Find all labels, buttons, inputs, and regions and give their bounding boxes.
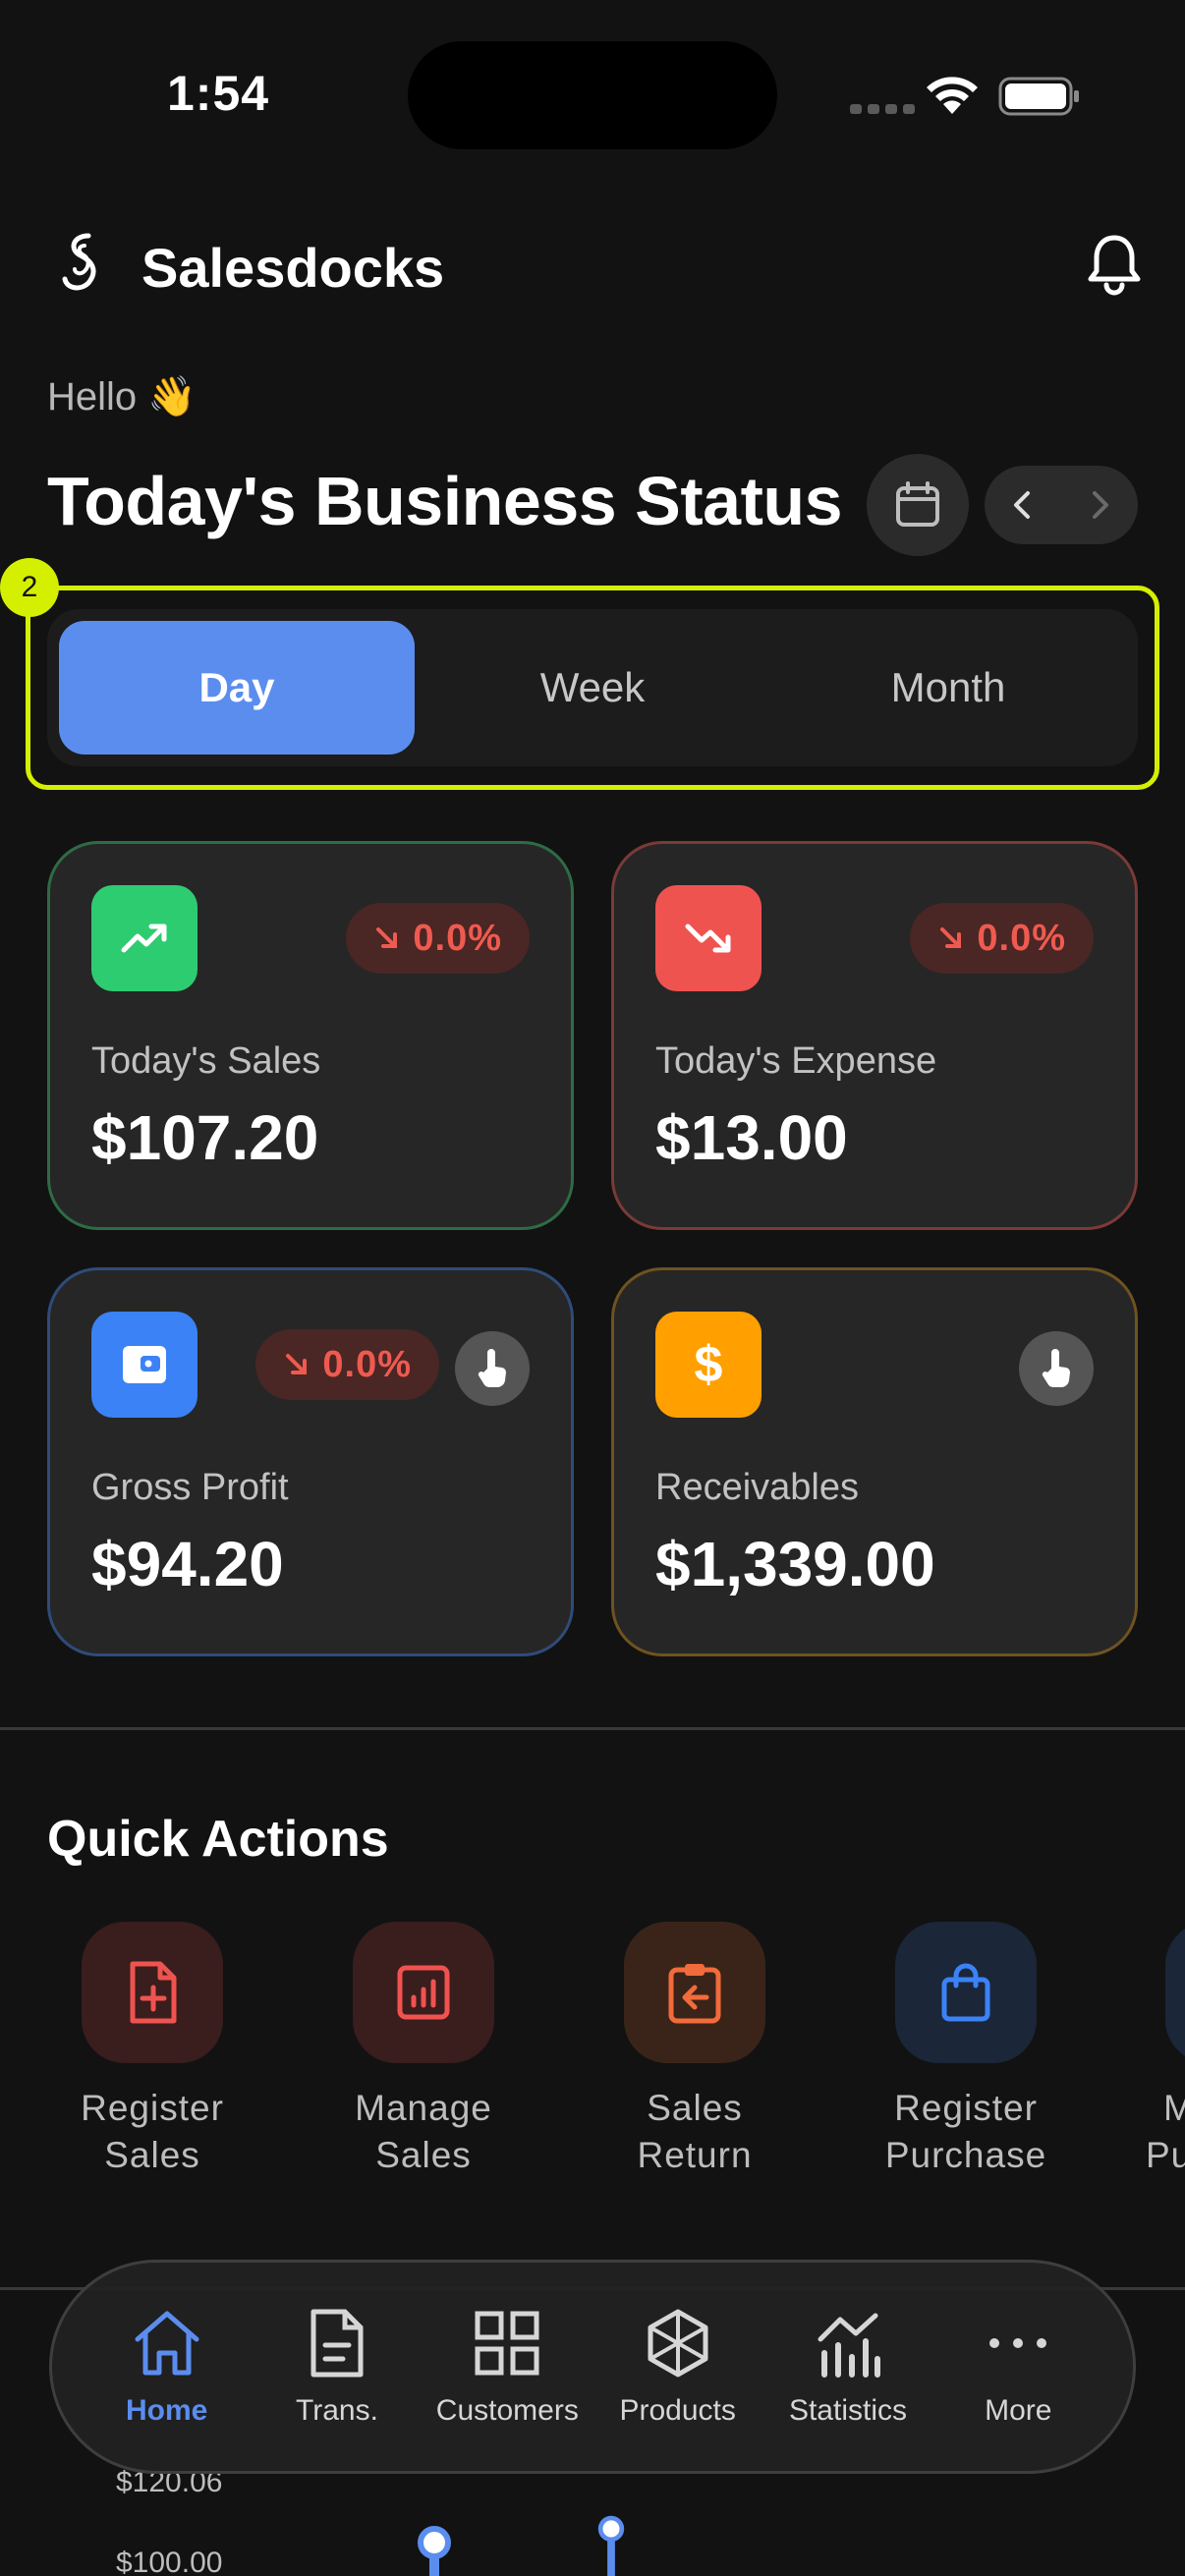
qa-label-line1: Sales — [647, 2088, 743, 2128]
nav-label: Home — [125, 2394, 208, 2427]
tap-hint-button[interactable] — [455, 1331, 530, 1406]
greeting-text: Hello 👋 — [47, 375, 198, 419]
chevron-left-icon — [1014, 491, 1030, 519]
battery-icon — [998, 77, 1079, 116]
status-time: 1:54 — [167, 66, 270, 121]
previous-date-button[interactable] — [1001, 483, 1044, 527]
shopping-bag-icon — [895, 1922, 1037, 2063]
grid-icon — [475, 2311, 539, 2376]
cellular-signal-icon — [850, 104, 915, 114]
arrow-down-right-icon — [286, 1354, 308, 1374]
bar-chart-icon — [818, 2313, 880, 2378]
quick-action-partial[interactable]: M Pu — [1134, 1922, 1185, 2179]
nav-customers[interactable]: Customers — [423, 2306, 592, 2428]
quick-action-sales-return[interactable]: Sales Return — [592, 1922, 798, 2179]
qa-label-line1: Manage — [355, 2088, 492, 2128]
gross-profit-card[interactable]: 0.0% Gross Profit $94.20 — [47, 1267, 574, 1656]
highlight-outline — [26, 586, 1159, 790]
sales-change-badge: 0.0% — [346, 903, 530, 974]
section-divider — [0, 1727, 1185, 1730]
report-chart-icon — [353, 1922, 494, 2063]
clipboard-return-icon — [624, 1922, 765, 2063]
sales-value: $107.20 — [91, 1102, 319, 1173]
hand-pointer-icon — [1042, 1349, 1071, 1388]
next-date-button[interactable] — [1078, 483, 1121, 527]
chevron-right-icon — [1093, 491, 1108, 519]
profit-value: $94.20 — [91, 1529, 284, 1599]
dollar-icon: $ — [655, 1312, 762, 1418]
dynamic-island — [408, 41, 777, 149]
cube-icon — [648, 2309, 708, 2378]
receivables-value: $1,339.00 — [655, 1529, 935, 1599]
qa-label-line1: Register — [894, 2088, 1038, 2128]
salesdocks-logo-icon — [62, 233, 96, 291]
quick-action-register-purchase[interactable]: Register Purchase — [863, 1922, 1069, 2179]
quick-action-manage-sales[interactable]: Manage Sales — [320, 1922, 527, 2179]
trending-down-icon — [655, 885, 762, 991]
wifi-icon — [927, 77, 978, 114]
sales-card[interactable]: 0.0% Today's Sales $107.20 — [47, 841, 574, 1230]
nav-label: More — [985, 2394, 1052, 2427]
qa-label-line1: M — [1163, 2088, 1185, 2128]
nav-statistics[interactable]: Statistics — [762, 2306, 932, 2428]
tap-hint-button[interactable] — [1019, 1331, 1094, 1406]
notification-bell-icon[interactable] — [1085, 232, 1144, 297]
sales-label: Today's Sales — [91, 1040, 321, 1082]
qa-label-line2: Sales — [104, 2135, 200, 2175]
calendar-icon — [896, 481, 939, 527]
chart-point-marker — [418, 2526, 451, 2576]
partial-icon — [1165, 1922, 1185, 2063]
nav-more[interactable]: More — [933, 2306, 1103, 2428]
page-title: Today's Business Status — [47, 463, 843, 539]
quick-action-register-sales[interactable]: Register Sales — [49, 1922, 255, 2179]
chart-point-marker — [597, 2515, 625, 2576]
expense-value: $13.00 — [655, 1102, 848, 1173]
nav-products[interactable]: Products — [592, 2306, 762, 2428]
profit-change-value: 0.0% — [322, 1343, 412, 1385]
wallet-icon — [91, 1312, 198, 1418]
receivables-label: Receivables — [655, 1467, 859, 1508]
receivables-card[interactable]: $ Receivables $1,339.00 — [611, 1267, 1138, 1656]
qa-label-line2: Sales — [375, 2135, 472, 2175]
calendar-button[interactable] — [867, 454, 969, 556]
expense-card[interactable]: 0.0% Today's Expense $13.00 — [611, 841, 1138, 1230]
expense-change-badge: 0.0% — [910, 903, 1094, 974]
sales-change-value: 0.0% — [413, 917, 502, 959]
nav-label: Trans. — [296, 2394, 378, 2427]
arrow-down-right-icon — [376, 927, 398, 948]
date-navigator — [985, 466, 1138, 544]
trending-up-icon — [91, 885, 198, 991]
qa-label-line2: Pu — [1146, 2135, 1185, 2175]
qa-label-line1: Register — [81, 2088, 224, 2128]
highlight-badge: 2 — [0, 558, 59, 617]
qa-label-line2: Purchase — [884, 2135, 1047, 2175]
nav-transactions[interactable]: Trans. — [252, 2306, 422, 2428]
more-icon — [989, 2338, 1047, 2348]
profit-change-badge: 0.0% — [255, 1329, 439, 1400]
expense-label: Today's Expense — [655, 1040, 937, 1082]
home-icon — [135, 2311, 199, 2376]
document-icon — [310, 2309, 364, 2378]
app-title: Salesdocks — [141, 237, 445, 299]
nav-label: Statistics — [788, 2394, 907, 2427]
bottom-navigation: Home Trans. Customers Products Statistic… — [49, 2260, 1136, 2474]
qa-label-line2: Return — [637, 2135, 753, 2175]
nav-home[interactable]: Home — [82, 2306, 252, 2428]
chart-y-tick: $100.00 — [116, 2547, 223, 2576]
expense-change-value: 0.0% — [977, 917, 1066, 959]
nav-label: Customers — [435, 2394, 579, 2427]
nav-label: Products — [619, 2394, 736, 2427]
arrow-down-right-icon — [940, 927, 962, 948]
file-plus-icon — [82, 1922, 223, 2063]
hand-pointer-icon — [478, 1349, 507, 1388]
quick-actions-title: Quick Actions — [47, 1811, 389, 1868]
profit-label: Gross Profit — [91, 1467, 289, 1508]
